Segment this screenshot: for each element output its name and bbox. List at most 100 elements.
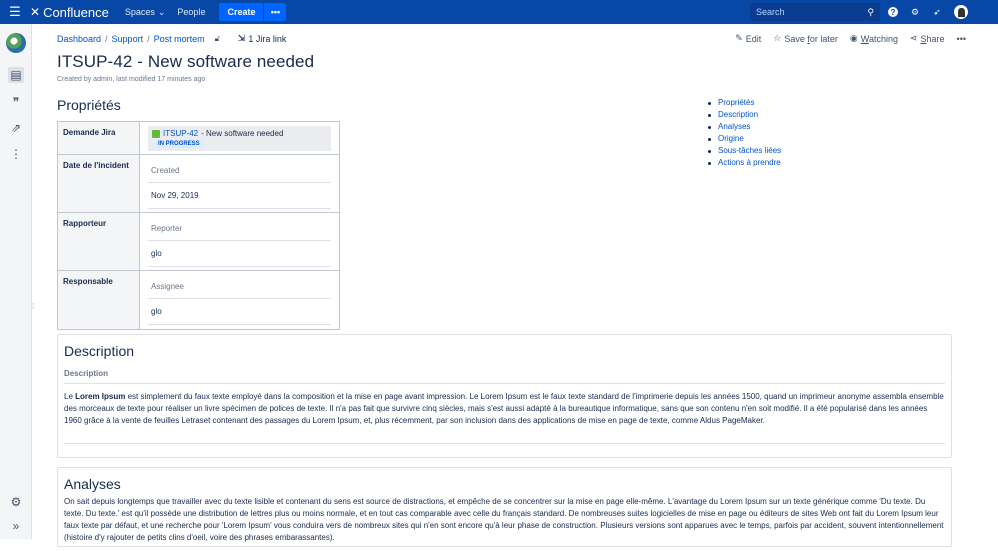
breadcrumb-dashboard[interactable]: Dashboard	[57, 34, 101, 44]
top-navigation: ☰ ✕ Confluence Spaces ⌄ People Create ••…	[0, 0, 998, 24]
search-icon: ⚲	[867, 6, 874, 17]
breadcrumb-separator: /	[105, 33, 108, 44]
jira-issue-macro: ITSUP-42 - New software needed IN PROGRE…	[148, 126, 331, 151]
search-input[interactable]: Search ⚲	[750, 3, 880, 21]
description-text: Le Lorem Ipsum est simplement du faux te…	[58, 384, 951, 434]
help-icon[interactable]: ?	[888, 7, 898, 17]
pages-icon[interactable]: ▤	[8, 67, 24, 83]
table-row: Responsable Assignee glo	[58, 271, 339, 329]
people-label: People	[177, 7, 206, 17]
search-placeholder: Search	[756, 7, 785, 17]
analyses-heading: Analyses	[64, 476, 121, 492]
description-text-body: est simplement du faux texte employé dan…	[64, 392, 944, 425]
divider	[64, 434, 945, 444]
confluence-logo-icon: ✕	[30, 5, 41, 19]
space-logo[interactable]	[6, 33, 26, 53]
toc-link-description[interactable]: Description	[718, 109, 758, 121]
save-for-later-label: Save for later	[784, 34, 838, 44]
property-value: Reporter glo	[140, 213, 339, 270]
share-icon: ⋖	[909, 33, 918, 43]
description-heading: Description	[64, 343, 135, 359]
analyses-text: On sait depuis longtemps que travailler …	[64, 497, 944, 542]
save-label-suffix: or later	[809, 33, 838, 44]
breadcrumb-post-mortem[interactable]: Post mortem	[154, 34, 205, 44]
toc-link-proprietes[interactable]: Propriétés	[718, 97, 754, 109]
field-label: Assignee	[148, 275, 331, 299]
expand-sidebar-icon[interactable]: »	[8, 518, 24, 534]
tree-icon[interactable]: ⋮	[8, 146, 24, 162]
field-label: Reporter	[148, 217, 331, 241]
spaces-menu[interactable]: Spaces ⌄	[125, 7, 166, 18]
page-title: ITSUP-42 - New software needed	[57, 52, 315, 71]
description-text-prefix: Le	[64, 392, 76, 401]
table-row: Date de l'incident Created Nov 29, 2019	[58, 155, 339, 213]
edit-button[interactable]: ✎ Edit	[735, 33, 761, 44]
watching-button[interactable]: ◉ Watching	[850, 33, 898, 44]
page-byline: Created by admin, last modified 17 minut…	[57, 76, 206, 83]
properties-table: Demande Jira ITSUP-42 - New software nee…	[57, 121, 340, 330]
field-label: Created	[148, 159, 331, 183]
gear-icon[interactable]: ⚙	[910, 7, 920, 17]
star-icon: ☆	[773, 33, 782, 43]
rocket-icon[interactable]: ➶	[932, 7, 942, 17]
property-key: Rapporteur	[58, 213, 140, 270]
share-button[interactable]: ⋖ Share	[910, 33, 945, 44]
breadcrumb-support[interactable]: Support	[112, 34, 144, 44]
property-key: Date de l'incident	[58, 155, 140, 212]
toc-link-actions[interactable]: Actions à prendre	[718, 157, 781, 169]
toc-item: Actions à prendre	[708, 157, 781, 169]
product-name: Confluence	[43, 4, 109, 20]
table-row: Rapporteur Reporter glo	[58, 213, 339, 271]
confluence-logo[interactable]: ✕ Confluence	[30, 5, 109, 20]
field-value: Nov 29, 2019	[148, 183, 331, 209]
user-avatar[interactable]	[954, 5, 968, 19]
property-key: Responsable	[58, 271, 140, 329]
property-value: Assignee glo	[140, 271, 339, 329]
toc-link-origine[interactable]: Origine	[718, 133, 744, 145]
jira-issue-summary: - New software needed	[201, 129, 284, 138]
property-key: Demande Jira	[58, 122, 140, 154]
share-label-suffix: hare	[926, 33, 945, 44]
share-label: Share	[921, 34, 945, 44]
property-value: ITSUP-42 - New software needed IN PROGRE…	[140, 122, 339, 154]
toc-item: Sous-tâches liées	[708, 145, 781, 157]
description-panel: Description Description Le Lorem Ipsum e…	[57, 334, 952, 458]
spaces-label: Spaces	[124, 7, 155, 17]
jira-icon: ⇲	[237, 33, 246, 43]
quote-icon[interactable]: ❞	[8, 94, 24, 110]
more-actions-button[interactable]: •••	[957, 34, 966, 44]
toc-link-sous-taches[interactable]: Sous-tâches liées	[718, 145, 781, 157]
description-subheading: Description	[64, 369, 945, 384]
watching-label-accesskey: W	[860, 33, 869, 44]
table-row: Demande Jira ITSUP-42 - New software nee…	[58, 122, 339, 155]
breadcrumb-separator: /	[147, 33, 150, 44]
pencil-icon: ✎	[735, 33, 743, 43]
create-more-button[interactable]: •••	[264, 3, 287, 21]
toc-item: Analyses	[708, 121, 781, 133]
description-text-bold: Lorem Ipsum	[75, 392, 126, 401]
create-button[interactable]: Create	[219, 3, 264, 21]
external-link-icon[interactable]: ⇗	[8, 120, 24, 136]
toc-item: Description	[708, 109, 781, 121]
app-switcher-icon[interactable]: ☰	[0, 0, 30, 24]
table-of-contents: Propriétés Description Analyses Origine …	[708, 97, 781, 169]
space-sidebar: ▤ ❞ ⇗ ⋮ ⚙ » ⁞	[0, 24, 34, 539]
field-value: glo	[148, 299, 331, 325]
watching-label: Watching	[861, 34, 898, 44]
save-for-later-button[interactable]: ☆ Save for later	[773, 33, 838, 44]
toc-link-analyses[interactable]: Analyses	[718, 121, 750, 133]
property-value: Created Nov 29, 2019	[140, 155, 339, 212]
jira-link-label: 1 Jira link	[248, 33, 287, 44]
analyses-panel: Analyses On sait depuis longtemps que tr…	[57, 467, 952, 547]
properties-heading: Propriétés	[57, 97, 121, 113]
settings-gear-icon[interactable]: ⚙	[8, 494, 24, 510]
toc-item: Propriétés	[708, 97, 781, 109]
page-actions: ✎ Edit ☆ Save for later ◉ Watching ⋖ Sha…	[735, 33, 966, 44]
people-link[interactable]: People	[177, 7, 205, 17]
jira-issue-link[interactable]: ITSUP-42	[163, 129, 198, 138]
watching-label-suffix: atching	[868, 33, 898, 44]
lock-icon[interactable]: 🔓︎	[215, 34, 220, 44]
chevron-down-icon: ⌄	[157, 6, 166, 17]
jira-link-button[interactable]: ⇲ 1 Jira link	[238, 33, 287, 44]
save-label-prefix: Save	[784, 33, 808, 44]
